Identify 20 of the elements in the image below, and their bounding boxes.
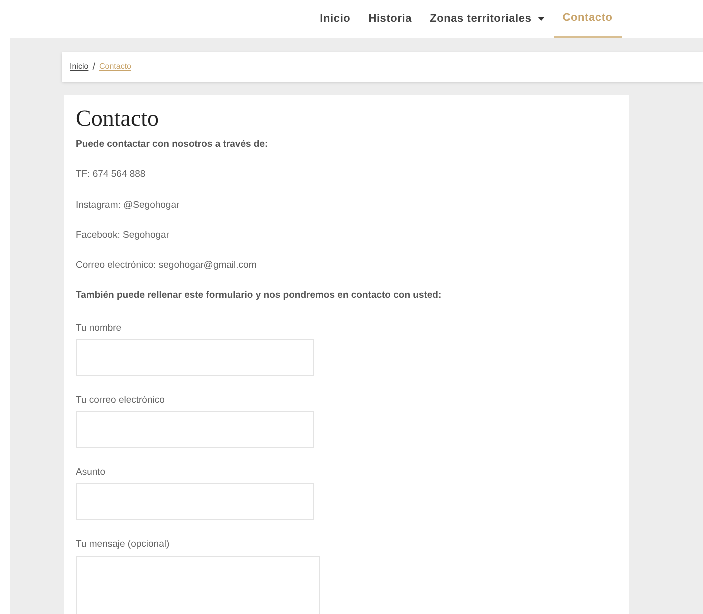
field-label: Asunto (76, 466, 107, 480)
nav-link[interactable]: Historia (360, 0, 422, 38)
contact-line: TF: 674 564 888 (76, 168, 147, 182)
contact-line: Facebook: Segohogar (76, 228, 170, 243)
caret-icon (538, 17, 545, 21)
input-field[interactable] (76, 338, 314, 376)
contact-line: Correo electrónico: segohogar@gmail.com (76, 259, 258, 273)
intro-text: Puede contactar con nosotros a través de: (76, 138, 270, 152)
contact-line: Instagram: @Segohogar (76, 198, 181, 212)
input-field[interactable] (76, 411, 314, 448)
field-label: Tu correo electrónico (76, 394, 166, 408)
breadcrumb-link[interactable]: Inicio (70, 61, 89, 73)
input-field[interactable] (76, 483, 314, 520)
field-label: Tu nombre (76, 322, 123, 336)
field-label: Tu mensaje (opcional) (76, 538, 171, 552)
nav-link[interactable]: Inicio (311, 0, 360, 38)
nav-link[interactable]: Zonas territoriales (421, 0, 554, 38)
page-title: Contacto (76, 105, 160, 133)
breadcrumb-separator: / (92, 60, 96, 74)
form-intro-text: También puede rellenar este formulario y nos pondremos en contacto con usted: (76, 289, 443, 304)
